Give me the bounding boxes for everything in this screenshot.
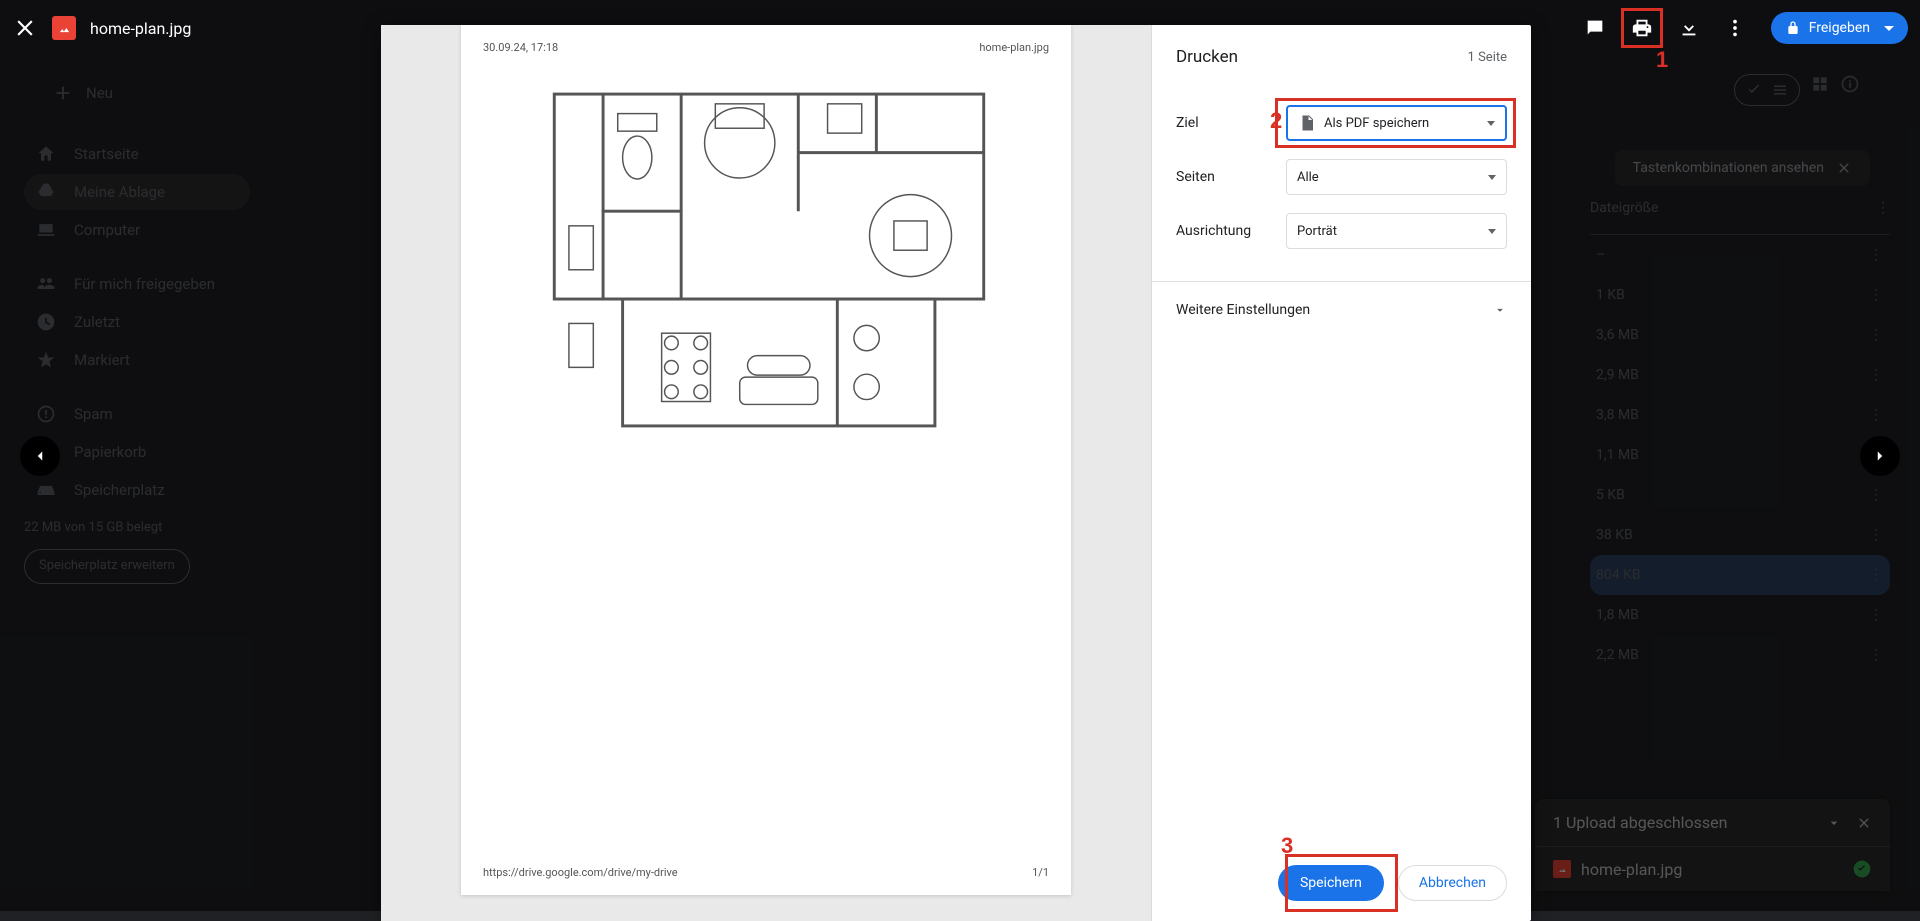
cancel-button[interactable]: Abbrechen [1398,865,1507,901]
floorplan-image [525,80,1013,440]
close-icon[interactable] [12,15,38,41]
preview-filename: home-plan.jpg [979,41,1049,54]
preview-url: https://drive.google.com/drive/my-drive [483,866,678,879]
chevron-down-icon [1884,26,1894,31]
pages-label: Seiten [1176,169,1286,185]
preview-pager: 1/1 [1032,866,1049,879]
page-count: 1 Seite [1468,50,1507,65]
preview-page: 30.09.24, 17:18 home-plan.jpg [461,25,1071,895]
print-preview-pane: 30.09.24, 17:18 home-plan.jpg [381,25,1151,921]
print-title: Drucken [1176,47,1238,67]
image-icon [52,16,76,40]
print-settings-pane: Drucken 1 Seite Ziel Als PDF speichern S… [1151,25,1531,921]
chevron-down-icon [1487,121,1495,126]
chevron-down-icon [1493,303,1507,317]
orientation-label: Ausrichtung [1176,223,1286,239]
prev-image-button[interactable] [20,436,60,476]
annotation-2: 2 [1270,108,1282,134]
share-button[interactable]: Freigeben [1771,12,1908,44]
save-button[interactable]: Speichern [1278,865,1384,901]
chevron-down-icon [1488,175,1496,180]
print-dialog: 30.09.24, 17:18 home-plan.jpg [381,25,1531,921]
next-image-button[interactable] [1860,436,1900,476]
add-comment-button[interactable] [1575,8,1615,48]
annotation-1: 1 [1656,47,1668,73]
file-name: home-plan.jpg [90,19,191,38]
download-button[interactable] [1669,8,1709,48]
lock-icon [1785,20,1801,36]
pdf-icon [1298,114,1316,132]
chevron-down-icon [1488,229,1496,234]
orientation-select[interactable]: Porträt [1286,213,1507,249]
annotation-3: 3 [1281,833,1293,859]
print-button[interactable] [1621,8,1663,48]
preview-timestamp: 30.09.24, 17:18 [483,41,558,54]
more-settings-toggle[interactable]: Weitere Einstellungen [1152,282,1531,338]
more-menu-button[interactable] [1715,8,1755,48]
destination-select[interactable]: Als PDF speichern [1286,105,1507,141]
pages-select[interactable]: Alle [1286,159,1507,195]
